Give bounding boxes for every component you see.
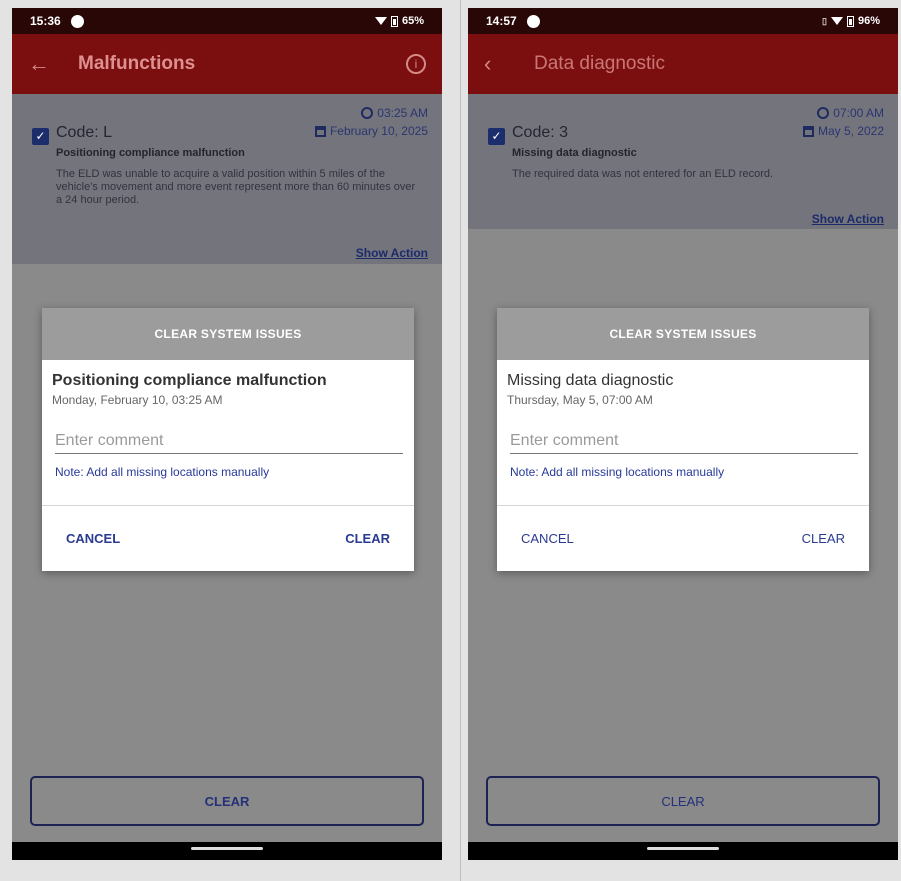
issue-description: The ELD was unable to acquire a valid po… [56, 168, 416, 206]
wifi-icon [374, 17, 387, 25]
issue-time: 07:00 AM [817, 106, 884, 120]
calendar-icon [802, 125, 814, 137]
battery-level: 65% [401, 15, 424, 27]
back-arrow-icon[interactable]: ← [28, 51, 68, 77]
phone-screen-malfunctions: 15:36 65% ← Malfunctions i ✓ Code: L 03:… [12, 8, 442, 860]
issue-time-text: 03:25 AM [377, 106, 428, 120]
wifi-icon [830, 17, 843, 25]
notification-icon [526, 14, 540, 28]
show-action-link[interactable]: Show Action [356, 246, 428, 260]
back-chevron-icon[interactable]: ‹ [484, 51, 524, 77]
issue-date-text: February 10, 2025 [329, 124, 428, 138]
home-indicator[interactable] [191, 847, 263, 850]
comment-input[interactable] [55, 429, 403, 454]
issue-date: May 5, 2022 [802, 124, 884, 138]
issue-card: ✓ Code: L 03:25 AM February 10, 2025 Pos… [12, 94, 442, 264]
dialog-note: Note: Add all missing locations manually [55, 465, 270, 479]
notification-icon [70, 14, 84, 28]
issue-checkbox[interactable]: ✓ [32, 128, 49, 145]
clock-icon [361, 107, 374, 119]
battery-icon [390, 15, 398, 27]
status-bar: 15:36 65% [12, 8, 442, 34]
navigation-bar [468, 842, 898, 860]
issue-code: Code: L [56, 124, 113, 141]
status-time: 14:57 [486, 14, 517, 28]
issue-checkbox[interactable]: ✓ [488, 128, 505, 145]
dialog-date: Monday, February 10, 03:25 AM [52, 393, 223, 407]
battery-level: 96% [857, 15, 880, 27]
screenshot-divider [460, 0, 461, 881]
issue-subtitle: Missing data diagnostic [512, 147, 637, 159]
issue-time: 03:25 AM [361, 106, 428, 120]
clear-dialog-button[interactable]: CLEAR [802, 531, 845, 546]
app-bar: ← Malfunctions i [12, 34, 442, 94]
navigation-bar [12, 842, 442, 860]
vibrate-icon: ▯ [822, 15, 827, 26]
clear-button[interactable]: CLEAR [30, 776, 424, 826]
app-bar-title: Data diagnostic [534, 53, 665, 74]
app-bar: ‹ Data diagnostic [468, 34, 898, 94]
battery-icon [846, 15, 854, 27]
status-time: 15:36 [30, 14, 61, 28]
issue-subtitle: Positioning compliance malfunction [56, 147, 245, 159]
issue-description: The required data was not entered for an… [512, 168, 774, 180]
clear-dialog-button[interactable]: CLEAR [345, 531, 390, 546]
dialog-header: CLEAR SYSTEM ISSUES [497, 308, 869, 360]
clear-issues-dialog: CLEAR SYSTEM ISSUES Positioning complian… [42, 308, 414, 571]
show-action-link[interactable]: Show Action [812, 212, 884, 226]
cancel-button[interactable]: CANCEL [66, 531, 120, 546]
clock-icon [817, 107, 830, 119]
dialog-header: CLEAR SYSTEM ISSUES [42, 308, 414, 360]
comment-input[interactable] [510, 429, 858, 454]
dialog-title: Positioning compliance malfunction [52, 372, 327, 389]
cancel-button[interactable]: CANCEL [521, 531, 574, 546]
issue-card: ✓ Code: 3 07:00 AM May 5, 2022 Missing d… [468, 94, 898, 229]
app-bar-title: Malfunctions [78, 53, 196, 74]
clear-button[interactable]: CLEAR [486, 776, 880, 826]
calendar-icon [314, 125, 326, 137]
phone-screen-data-diagnostic: 14:57 ▯ 96% ‹ Data diagnostic ✓ Code: 3 … [468, 8, 898, 860]
status-bar: 14:57 ▯ 96% [468, 8, 898, 34]
dialog-date: Thursday, May 5, 07:00 AM [507, 393, 653, 407]
info-icon[interactable]: i [406, 54, 426, 74]
clear-issues-dialog: CLEAR SYSTEM ISSUES Missing data diagnos… [497, 308, 869, 571]
home-indicator[interactable] [647, 847, 719, 850]
issue-date-text: May 5, 2022 [817, 124, 884, 138]
issue-time-text: 07:00 AM [833, 106, 884, 120]
dialog-note: Note: Add all missing locations manually [510, 465, 725, 479]
dialog-title: Missing data diagnostic [507, 372, 674, 389]
issue-code: Code: 3 [512, 124, 569, 141]
issue-date: February 10, 2025 [314, 124, 428, 138]
